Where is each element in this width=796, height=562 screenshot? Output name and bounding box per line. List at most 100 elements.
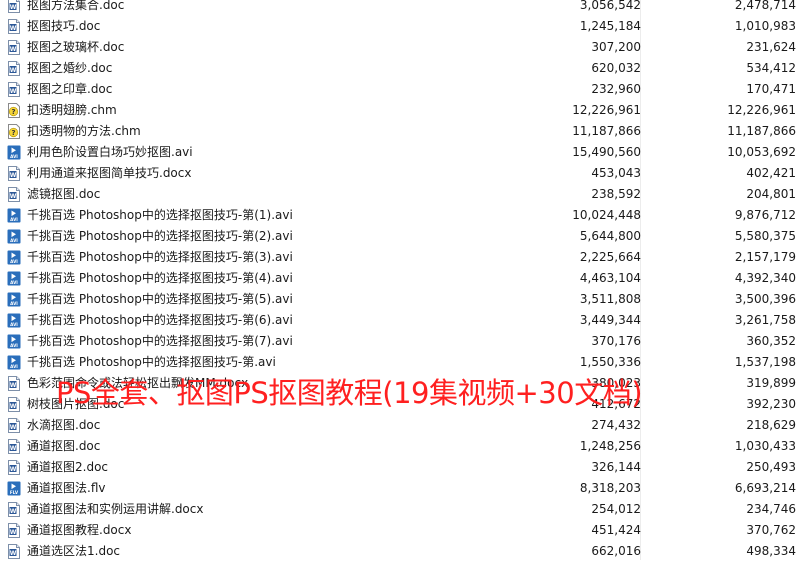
svg-text:W: W [10,550,17,557]
file-packed-size: 1,030,433 [734,439,796,453]
file-packed-size: 12,226,961 [727,103,796,117]
file-row[interactable]: FLV 通道抠图法.flv 8,318,203 6,693,214 [0,478,796,499]
svg-text:AVI: AVI [10,343,18,348]
file-list: W 抠图方法集合.doc 3,056,542 2,478,714 W 抠图技巧.doc 1,… [0,0,796,562]
file-row[interactable]: W 抠图技巧.doc 1,245,184 1,010,983 [0,16,796,37]
file-packed-size: 402,421 [746,166,796,180]
file-packed-size: 170,471 [746,82,796,96]
file-row[interactable]: W 滤镜抠图.doc 238,592 204,801 [0,184,796,205]
file-row[interactable]: W 抠图之婚纱.doc 620,032 534,412 [0,58,796,79]
word-doc-icon: W [7,19,21,34]
file-row[interactable]: W 通道抠图法和实例运用讲解.docx 254,012 234,746 [0,499,796,520]
file-name: 千挑百选 Photoshop中的选择抠图技巧-第(5).avi [27,292,293,306]
svg-text:W: W [10,403,17,410]
svg-text:AVI: AVI [10,238,18,243]
file-row[interactable]: AVI 千挑百选 Photoshop中的选择抠图技巧-第(2).avi 5,644,… [0,226,796,247]
file-row[interactable]: AVI 千挑百选 Photoshop中的选择抠图技巧-第(4).avi 4,463,… [0,268,796,289]
file-size: 307,200 [591,40,641,54]
file-name: 扣透明物的方法.chm [27,124,141,138]
word-doc-icon: W [7,439,21,454]
file-size: 232,960 [591,82,641,96]
file-name: 通道抠图法和实例运用讲解.docx [27,502,204,516]
file-packed-size: 9,876,712 [734,208,796,222]
video-avi-icon: AVI [7,355,21,370]
file-name: 扣透明翅膀.chm [27,103,117,117]
file-name: 水滴抠图.doc [27,418,101,432]
svg-text:W: W [10,88,17,95]
video-avi-icon: AVI [7,250,21,265]
svg-text:AVI: AVI [10,259,18,264]
word-doc-icon: W [7,187,21,202]
file-row[interactable]: AVI 千挑百选 Photoshop中的选择抠图技巧-第(3).avi 2,225,… [0,247,796,268]
file-row[interactable]: W 抠图方法集合.doc 3,056,542 2,478,714 [0,0,796,16]
file-packed-size: 231,624 [746,40,796,54]
file-packed-size: 2,157,179 [734,250,796,264]
file-name: 利用色阶设置白场巧妙抠图.avi [27,145,193,159]
file-size: 3,056,542 [579,0,641,12]
svg-text:W: W [10,67,17,74]
svg-text:AVI: AVI [10,280,18,285]
word-doc-icon: W [7,544,21,559]
file-packed-size: 3,500,396 [734,292,796,306]
file-name: 通道抠图教程.docx [27,523,132,537]
file-row[interactable]: W 利用通道来抠图简单技巧.docx 453,043 402,421 [0,163,796,184]
video-avi-icon: AVI [7,292,21,307]
file-packed-size: 4,392,340 [734,271,796,285]
svg-text:W: W [10,529,17,536]
file-row[interactable]: AVI 千挑百选 Photoshop中的选择抠图技巧-第(5).avi 3,511,… [0,289,796,310]
file-size: 3,511,808 [579,292,641,306]
svg-text:AVI: AVI [10,301,18,306]
file-row[interactable]: W 通道抠图2.doc 326,144 250,493 [0,457,796,478]
svg-text:W: W [10,382,17,389]
file-name: 抠图之婚纱.doc [27,61,113,75]
file-row[interactable]: AVI 千挑百选 Photoshop中的选择抠图技巧-第(6).avi 3,449,… [0,310,796,331]
file-row[interactable]: AVI 千挑百选 Photoshop中的选择抠图技巧-第(1).avi 10,024… [0,205,796,226]
file-size: 11,187,866 [572,124,641,138]
file-row[interactable]: AVI 千挑百选 Photoshop中的选择抠图技巧-第(7).avi 370,17… [0,331,796,352]
file-row[interactable]: W 通道抠图教程.docx 451,424 370,762 [0,520,796,541]
file-row[interactable]: ? 扣透明翅膀.chm 12,226,961 12,226,961 [0,100,796,121]
file-packed-size: 319,899 [746,376,796,390]
file-name: 抠图技巧.doc [27,19,101,33]
file-packed-size: 370,762 [746,523,796,537]
svg-text:AVI: AVI [10,364,18,369]
svg-text:FLV: FLV [10,490,19,495]
svg-text:W: W [10,445,17,452]
file-name: 千挑百选 Photoshop中的选择抠图技巧-第(2).avi [27,229,293,243]
file-packed-size: 3,261,758 [734,313,796,327]
svg-text:W: W [10,4,17,11]
file-size: 10,024,448 [572,208,641,222]
file-name: 千挑百选 Photoshop中的选择抠图技巧-第(4).avi [27,271,293,285]
file-row[interactable]: W 抠图之玻璃杯.doc 307,200 231,624 [0,37,796,58]
file-size: 326,144 [591,460,641,474]
word-doc-icon: W [7,61,21,76]
file-packed-size: 498,334 [746,544,796,558]
file-packed-size: 218,629 [746,418,796,432]
svg-text:W: W [10,466,17,473]
file-name: 通道抠图法.flv [27,481,106,495]
file-size: 12,226,961 [572,103,641,117]
file-packed-size: 234,746 [746,502,796,516]
video-avi-icon: AVI [7,229,21,244]
file-row[interactable]: W 通道选区法1.doc 662,016 498,334 [0,541,796,562]
svg-text:AVI: AVI [10,154,18,159]
video-avi-icon: AVI [7,334,21,349]
file-name: 通道抠图.doc [27,439,101,453]
video-avi-icon: AVI [7,208,21,223]
svg-text:W: W [10,46,17,53]
file-row[interactable]: W 抠图之印章.doc 232,960 170,471 [0,79,796,100]
file-row[interactable]: ? 扣透明物的方法.chm 11,187,866 11,187,866 [0,121,796,142]
file-name: 千挑百选 Photoshop中的选择抠图技巧-第(7).avi [27,334,293,348]
svg-text:W: W [10,25,17,32]
file-row[interactable]: W 通道抠图.doc 1,248,256 1,030,433 [0,436,796,457]
file-size: 15,490,560 [572,145,641,159]
file-size: 274,432 [591,418,641,432]
word-doc-icon: W [7,397,21,412]
file-row[interactable]: AVI 利用色阶设置白场巧妙抠图.avi 15,490,560 10,053,692 [0,142,796,163]
file-size: 4,463,104 [579,271,641,285]
file-name: 千挑百选 Photoshop中的选择抠图技巧-第(1).avi [27,208,293,222]
file-size: 3,449,344 [579,313,641,327]
file-row[interactable]: W 水滴抠图.doc 274,432 218,629 [0,415,796,436]
file-size: 451,424 [591,523,641,537]
svg-text:AVI: AVI [10,217,18,222]
